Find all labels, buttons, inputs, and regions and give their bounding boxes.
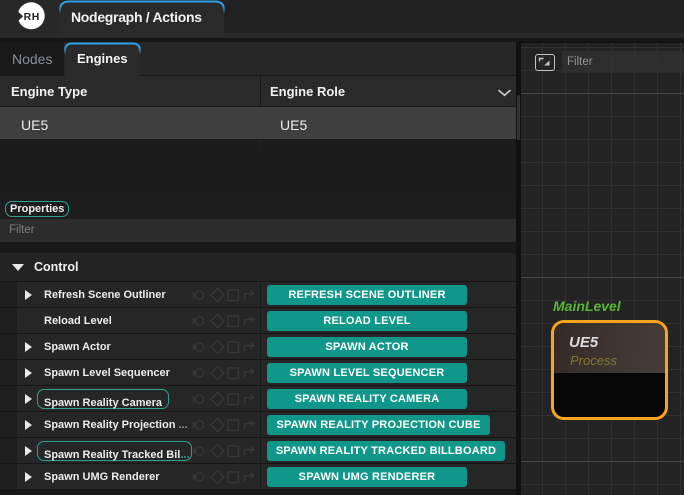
svg-text:RH: RH [24,11,40,23]
